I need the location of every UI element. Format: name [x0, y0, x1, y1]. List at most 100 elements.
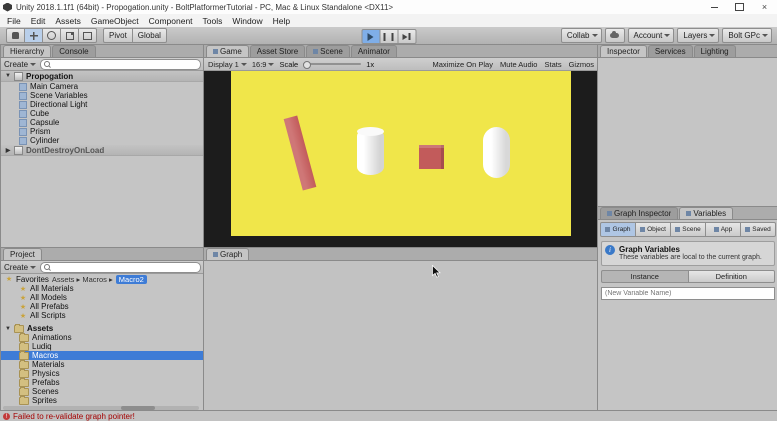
menu-item-edit[interactable]: Edit [26, 16, 51, 26]
graph-canvas[interactable] [204, 261, 598, 411]
tab-game[interactable]: Game [206, 45, 249, 57]
rotate-icon [47, 31, 56, 40]
scope-tab-object[interactable]: Object [636, 222, 671, 237]
close-button[interactable]: × [752, 0, 777, 14]
layers-dropdown[interactable]: Layers [677, 28, 719, 43]
scope-tab-app[interactable]: App [706, 222, 741, 237]
hierarchy-item-cube[interactable]: Cube [1, 109, 204, 118]
minimize-button[interactable] [702, 0, 727, 14]
folder-prefabs[interactable]: Prefabs [1, 378, 204, 387]
global-toggle-button[interactable]: Global [133, 28, 167, 43]
tab-variables[interactable]: Variables [679, 207, 733, 219]
menu-item-assets[interactable]: Assets [50, 16, 86, 26]
rect-tool-button[interactable] [79, 28, 97, 43]
tab-project[interactable]: Project [3, 248, 42, 260]
hand-tool-button[interactable] [6, 28, 25, 43]
foldout-open-icon[interactable]: ▼ [5, 326, 11, 332]
folder-scenes[interactable]: Scenes [1, 387, 204, 396]
stats-toggle[interactable]: Stats [544, 60, 561, 69]
folder-physics[interactable]: Physics [1, 369, 204, 378]
hierarchy-item-scene-variables[interactable]: Scene Variables [1, 91, 204, 100]
favorite-all-prefabs[interactable]: ★All Prefabs [1, 302, 204, 311]
hierarchy-item-main-camera[interactable]: Main Camera [1, 82, 204, 91]
mode-tab-instance[interactable]: Instance [601, 270, 689, 283]
tab-graph[interactable]: Graph [206, 248, 249, 260]
menu-item-help[interactable]: Help [268, 16, 295, 26]
chevron-down-icon [30, 63, 36, 69]
mode-tab-definition[interactable]: Definition [689, 270, 776, 283]
favorite-all-materials[interactable]: ★All Materials [1, 284, 204, 293]
menu-item-tools[interactable]: Tools [198, 16, 228, 26]
foldout-open-icon[interactable]: ▼ [5, 73, 11, 79]
folder-animations[interactable]: Animations [1, 333, 204, 342]
maximize-on-play-toggle[interactable]: Maximize On Play [433, 60, 493, 69]
favorite-all-models[interactable]: ★All Models [1, 293, 204, 302]
scope-tab-saved[interactable]: Saved [741, 222, 776, 237]
folder-sprites[interactable]: Sprites [1, 396, 204, 405]
chevron-down-icon [30, 266, 36, 272]
tab-animator[interactable]: Animator [351, 45, 397, 57]
tab-hierarchy[interactable]: Hierarchy [3, 45, 51, 57]
hierarchy-create-button[interactable]: Create [4, 60, 36, 69]
folder-materials[interactable]: Materials [1, 360, 204, 369]
gameobject-icon [19, 101, 27, 109]
play-button[interactable] [361, 29, 380, 44]
pivot-toggle-button[interactable]: Pivot [103, 28, 133, 43]
pause-button[interactable] [380, 29, 398, 44]
menu-item-component[interactable]: Component [144, 16, 198, 26]
foldout-closed-icon[interactable]: ▶ [5, 147, 11, 154]
tab-asset-store[interactable]: Asset Store [250, 45, 305, 57]
capsule-object [483, 127, 510, 178]
cloud-button[interactable] [605, 28, 625, 43]
folder-icon [14, 325, 24, 333]
game-viewport[interactable] [204, 71, 598, 249]
account-dropdown[interactable]: Account [628, 28, 675, 43]
collab-dropdown[interactable]: Collab [561, 28, 602, 43]
tab-services[interactable]: Services [648, 45, 693, 57]
hierarchy-search-input[interactable] [52, 61, 197, 68]
hierarchy-item-capsule[interactable]: Capsule [1, 118, 204, 127]
tab-inspector[interactable]: Inspector [600, 45, 647, 57]
game-icon [213, 49, 218, 54]
project-create-button[interactable]: Create [4, 263, 36, 272]
scope-tab-graph[interactable]: Graph [600, 222, 636, 237]
rotate-tool-button[interactable] [43, 28, 61, 43]
inspector-panel: Inspector Services Lighting [597, 44, 777, 208]
scene-header-dontdestroyonload[interactable]: ▶ DontDestroyOnLoad [1, 145, 204, 156]
mute-audio-toggle[interactable]: Mute Audio [500, 60, 538, 69]
tab-lighting[interactable]: Lighting [694, 45, 736, 57]
menu-item-file[interactable]: File [2, 16, 26, 26]
step-button[interactable] [398, 29, 416, 44]
scale-slider[interactable] [303, 63, 361, 65]
tab-graph-inspector[interactable]: Graph Inspector [600, 207, 678, 219]
new-variable-input[interactable] [601, 287, 775, 300]
scale-tool-button[interactable] [61, 28, 79, 43]
layout-dropdown[interactable]: Bolt GPc [722, 28, 772, 43]
favorites-label[interactable]: Favorites [16, 275, 49, 284]
tab-console[interactable]: Console [52, 45, 95, 57]
hierarchy-item-directional-light[interactable]: Directional Light [1, 100, 204, 109]
aspect-dropdown[interactable]: 16:9 [252, 60, 275, 69]
statusbar[interactable]: ! Failed to re-validate graph pointer! [0, 410, 777, 421]
favorite-all-scripts[interactable]: ★All Scripts [1, 311, 204, 320]
project-search-input[interactable] [52, 264, 197, 271]
scene-header-propogation[interactable]: ▼ Propogation [1, 71, 204, 82]
hierarchy-item-prism[interactable]: Prism [1, 127, 204, 136]
scope-tab-scene[interactable]: Scene [671, 222, 706, 237]
move-tool-button[interactable] [25, 28, 43, 43]
maximize-button[interactable] [727, 0, 752, 14]
display-dropdown[interactable]: Display 1 [208, 60, 247, 69]
menu-item-gameobject[interactable]: GameObject [86, 16, 144, 26]
hierarchy-item-cylinder[interactable]: Cylinder [1, 136, 204, 145]
breadcrumb-path[interactable]: Assets ▸ Macros ▸ [52, 275, 113, 284]
assets-root[interactable]: ▼ Assets [1, 324, 204, 333]
tab-scene[interactable]: Scene [306, 45, 350, 57]
breadcrumb-selected[interactable]: Macro2 [116, 275, 147, 284]
project-breadcrumb: ★ Favorites Assets ▸ Macros ▸ Macro2 [1, 274, 204, 284]
gizmos-dropdown[interactable]: Gizmos [569, 60, 594, 69]
folder-macros[interactable]: Macros [1, 351, 204, 360]
folder-ludiq[interactable]: Ludiq [1, 342, 204, 351]
menu-item-window[interactable]: Window [227, 16, 267, 26]
slider-knob[interactable] [303, 61, 311, 69]
variables-tabstrip: Graph Inspector Variables [598, 207, 777, 220]
